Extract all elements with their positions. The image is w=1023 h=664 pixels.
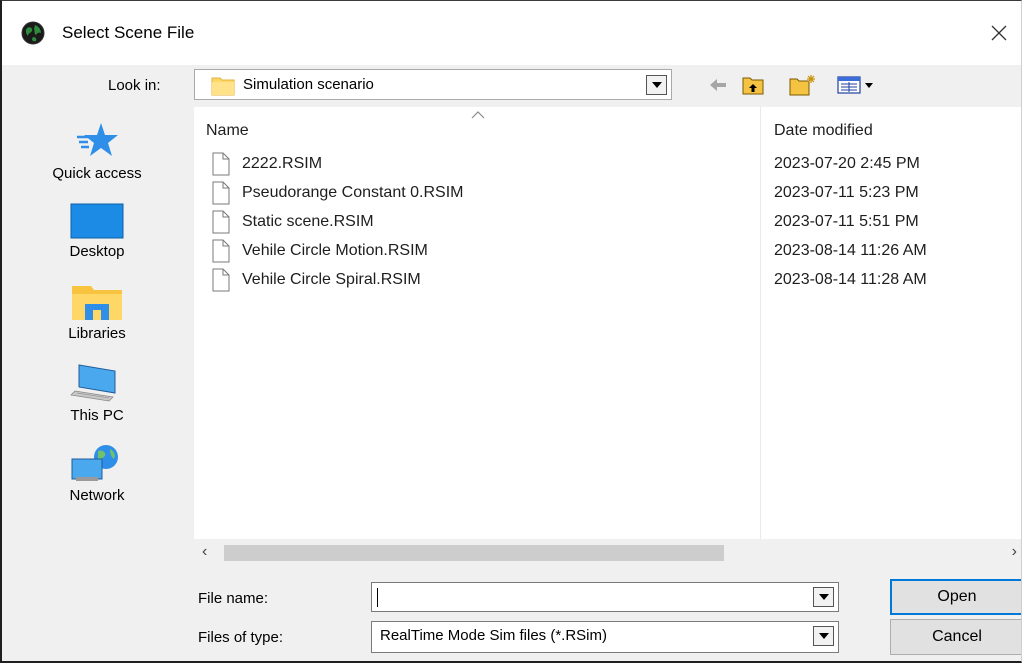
sidebar-item-desktop[interactable]: Desktop: [2, 203, 192, 260]
star-icon: [77, 123, 118, 156]
file-icon: [212, 181, 230, 205]
open-button[interactable]: Open: [890, 579, 1021, 615]
libraries-icon: [72, 286, 122, 320]
file-row[interactable]: Vehile Circle Motion.RSIM 2023-08-14 11:…: [194, 238, 1021, 267]
sidebar-item-label: This PC: [70, 407, 124, 424]
up-folder-icon: [742, 77, 764, 95]
column-header-date-modified[interactable]: Date modified: [774, 122, 873, 140]
select-scene-file-dialog: Select Scene File Look in: Simulation sc…: [0, 0, 1022, 663]
look-in-dropdown[interactable]: Simulation scenario: [194, 69, 672, 100]
look-in-value: Simulation scenario: [243, 76, 374, 93]
file-row[interactable]: 2222.RSIM 2023-07-20 2:45 PM: [194, 151, 1021, 180]
view-menu-button[interactable]: [836, 73, 878, 97]
file-row[interactable]: Vehile Circle Spiral.RSIM 2023-08-14 11:…: [194, 267, 1021, 296]
scroll-left-icon[interactable]: ‹: [202, 543, 207, 561]
folder-icon: [211, 77, 235, 96]
close-icon: [991, 25, 1007, 41]
scrollbar-thumb[interactable]: [224, 545, 724, 561]
file-name: Vehile Circle Spiral.RSIM: [242, 271, 421, 288]
dropdown-arrow-icon: [818, 594, 829, 600]
file-date: 2023-08-14 11:28 AM: [774, 271, 927, 288]
file-name: Static scene.RSIM: [242, 213, 374, 230]
files-of-type-value: RealTime Mode Sim files (*.RSim): [380, 627, 607, 644]
sidebar-item-libraries[interactable]: Libraries: [2, 283, 192, 342]
file-icon: [212, 239, 230, 263]
computer-icon: [70, 364, 116, 402]
network-icon: [71, 445, 118, 481]
back-arrow-icon: [710, 79, 726, 91]
file-name-dropdown-arrow[interactable]: [813, 587, 834, 607]
close-button[interactable]: [977, 15, 1021, 51]
sidebar-item-label: Desktop: [69, 243, 125, 260]
title-bar: Select Scene File: [2, 1, 1021, 65]
file-date: 2023-08-14 11:26 AM: [774, 242, 927, 259]
window-title: Select Scene File: [62, 23, 195, 42]
file-date: 2023-07-20 2:45 PM: [774, 155, 920, 172]
file-icon: [212, 210, 230, 234]
sidebar-item-this-pc[interactable]: This PC: [2, 363, 192, 424]
file-row[interactable]: Static scene.RSIM 2023-07-11 5:51 PM: [194, 209, 1021, 238]
file-name-label: File name:: [198, 590, 269, 607]
sidebar-item-label: Libraries: [68, 325, 126, 342]
files-of-type-label: Files of type:: [198, 629, 284, 646]
new-folder-button[interactable]: [788, 73, 818, 97]
file-name: 2222.RSIM: [242, 155, 323, 172]
sort-ascending-icon: [471, 111, 485, 119]
dropdown-arrow-icon: [651, 82, 662, 88]
file-name: Pseudorange Constant 0.RSIM: [242, 184, 464, 201]
places-sidebar: Quick access Desktop Libraries This PC N…: [2, 105, 192, 583]
new-folder-icon: [789, 75, 815, 96]
file-icon: [212, 152, 230, 176]
up-folder-button[interactable]: [740, 73, 766, 97]
globe-icon: [21, 21, 45, 45]
file-date: 2023-07-11 5:51 PM: [774, 213, 919, 230]
column-header-name[interactable]: Name: [206, 122, 249, 140]
sidebar-item-label: Quick access: [52, 165, 142, 182]
sidebar-item-label: Network: [69, 487, 125, 504]
desktop-icon: [70, 203, 124, 239]
scroll-right-icon[interactable]: ›: [1012, 543, 1017, 561]
file-row[interactable]: Pseudorange Constant 0.RSIM 2023-07-11 5…: [194, 180, 1021, 209]
sidebar-item-network[interactable]: Network: [2, 443, 192, 504]
cancel-button[interactable]: Cancel: [890, 619, 1021, 655]
file-name-input[interactable]: [371, 582, 839, 612]
back-button[interactable]: [706, 73, 730, 97]
files-of-type-select[interactable]: RealTime Mode Sim files (*.RSim): [371, 621, 839, 653]
dropdown-arrow-icon: [818, 633, 829, 639]
look-in-dropdown-arrow[interactable]: [646, 75, 667, 95]
view-menu-icon: [837, 76, 873, 94]
sidebar-item-quick-access[interactable]: Quick access: [2, 121, 192, 182]
text-caret: [377, 588, 378, 607]
files-of-type-dropdown-arrow[interactable]: [813, 626, 834, 646]
file-name: Vehile Circle Motion.RSIM: [242, 242, 428, 259]
file-list[interactable]: Name Date modified 2222.RSIM 2023-07-20 …: [194, 107, 1021, 539]
look-in-label: Look in:: [108, 77, 161, 94]
file-icon: [212, 268, 230, 292]
file-date: 2023-07-11 5:23 PM: [774, 184, 919, 201]
horizontal-scrollbar[interactable]: ‹ ›: [194, 541, 1021, 565]
